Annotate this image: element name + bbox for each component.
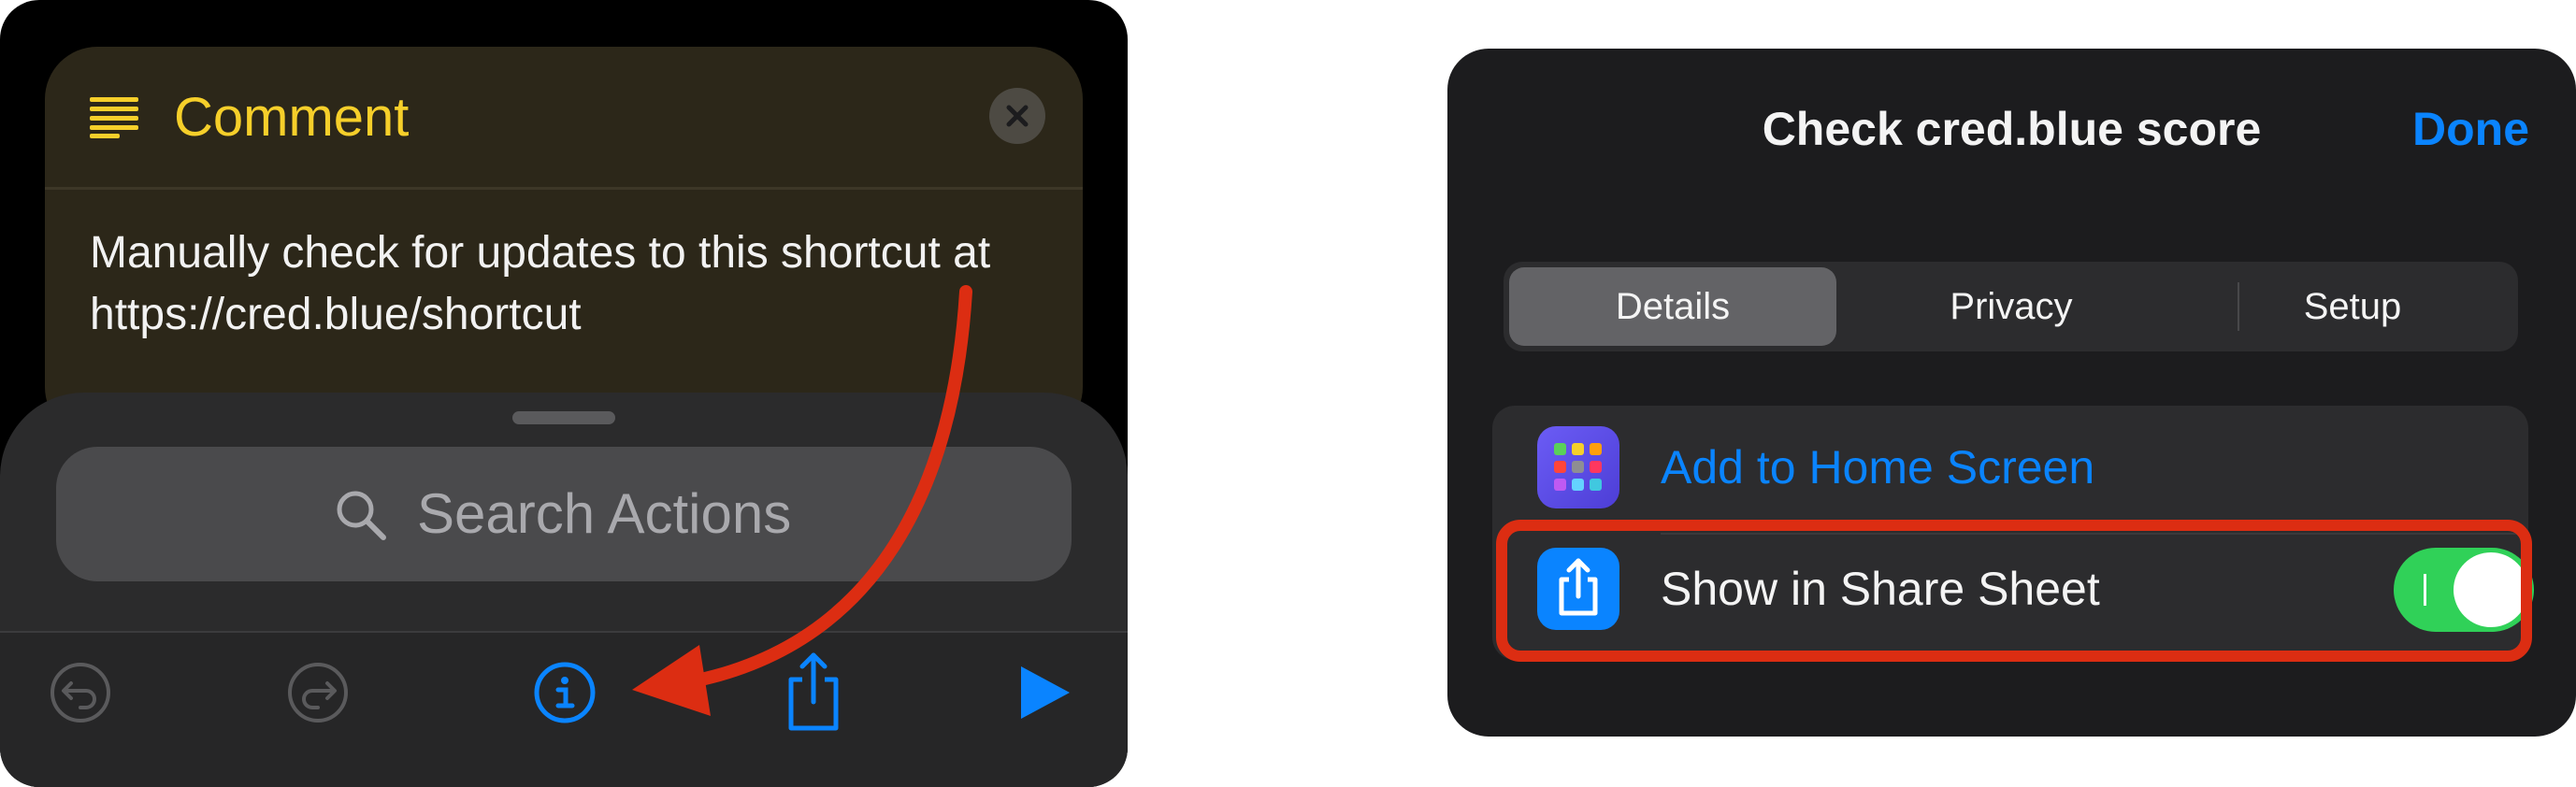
shortcut-title: Check cred.blue score [1762, 103, 2262, 155]
sheet-grabber[interactable] [512, 411, 615, 424]
comment-title: Comment [174, 87, 410, 148]
close-button[interactable] [989, 88, 1045, 144]
tab-setup[interactable]: Setup [2186, 262, 2519, 351]
text-lines-icon [90, 97, 138, 138]
share-icon[interactable] [776, 648, 851, 734]
home-screen-grid-icon [1537, 426, 1619, 508]
tab-details[interactable]: Details [1509, 262, 1836, 351]
comment-action-card[interactable]: Comment Manually check for updates to th… [45, 47, 1083, 439]
comment-divider [45, 187, 1083, 190]
tab-privacy[interactable]: Privacy [1842, 262, 2180, 351]
comment-text[interactable]: Manually check for updates to this short… [90, 222, 1062, 346]
search-icon [337, 491, 386, 540]
close-icon [1006, 105, 1029, 127]
redo-icon[interactable] [281, 655, 355, 730]
info-icon[interactable] [527, 655, 602, 730]
shortcut-editor-panel: Comment Manually check for updates to th… [0, 0, 1128, 787]
undo-icon[interactable] [43, 655, 118, 730]
annotation-highlight-box [1496, 520, 2532, 662]
actions-sheet: Search Actions [0, 393, 1128, 787]
bottom-toolbar [0, 633, 1128, 787]
search-placeholder: Search Actions [417, 482, 792, 545]
segmented-control: Details Privacy Setup [1504, 262, 2518, 351]
play-icon[interactable] [1008, 655, 1083, 730]
add-to-home-screen-button[interactable]: Add to Home Screen [1661, 439, 2094, 495]
done-button[interactable]: Done [2412, 101, 2576, 157]
search-actions-field[interactable]: Search Actions [56, 447, 1072, 581]
